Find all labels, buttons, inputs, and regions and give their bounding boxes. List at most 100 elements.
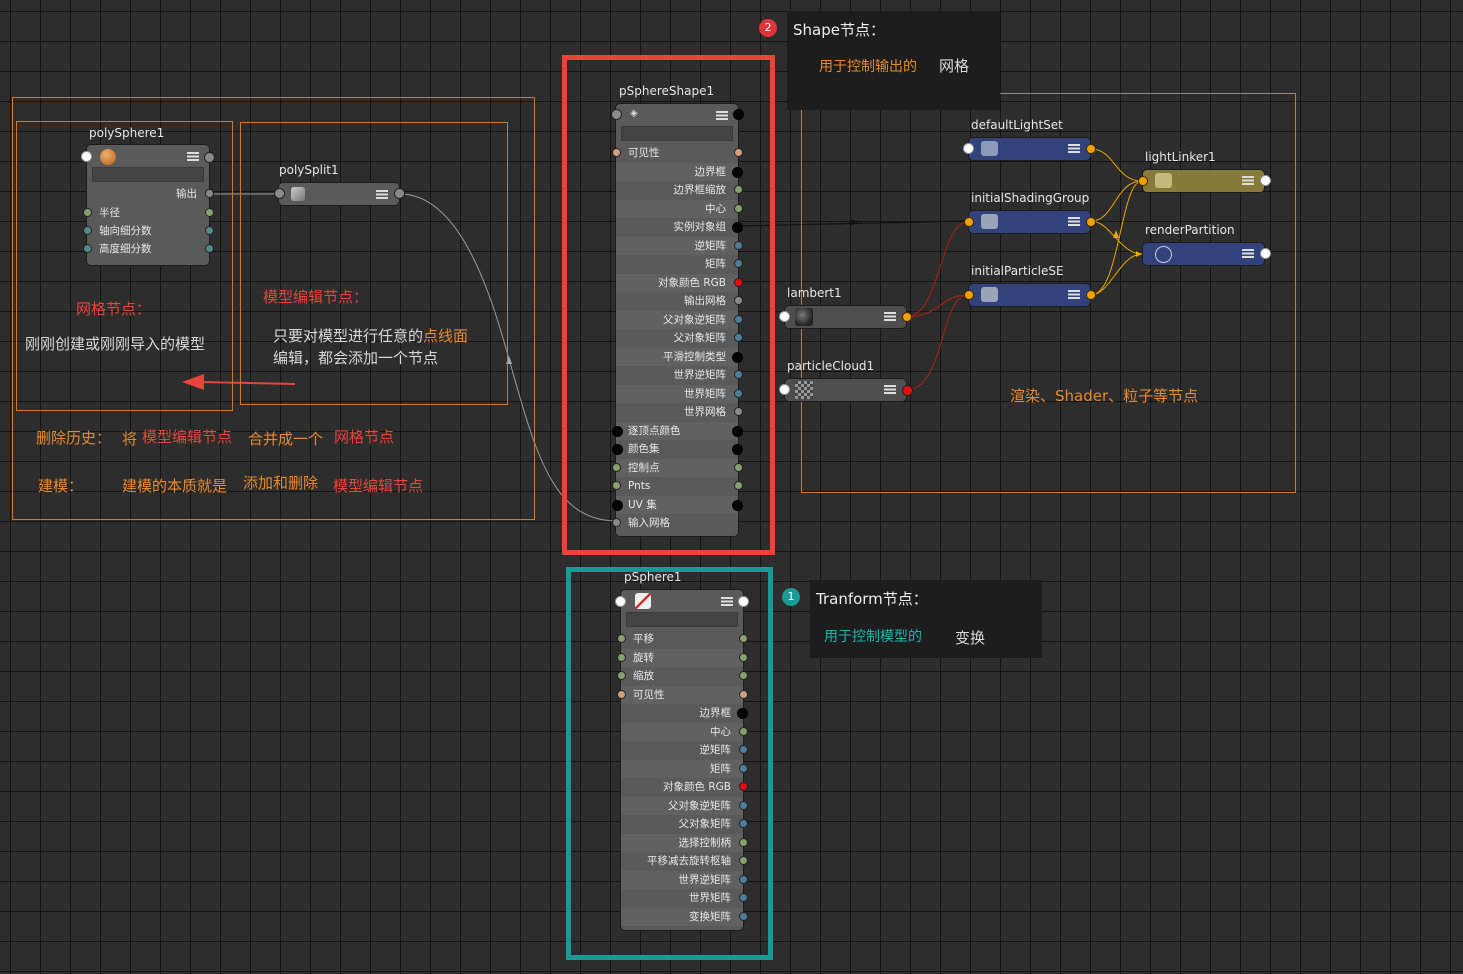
attr-out-port[interactable] (734, 277, 743, 287)
node-menu-icon[interactable] (1242, 249, 1254, 258)
polysphere-out-port[interactable] (204, 152, 215, 163)
attr-out-port[interactable] (734, 148, 743, 157)
attr-out-port[interactable] (734, 407, 743, 416)
transform-node[interactable]: 平移 旋转 缩放 可见性 边界框 中心 逆矩阵 矩阵 对象颜色 RGB 父对象逆矩阵 父对象矩阵 选择… (615, 589, 749, 931)
attr-out-port[interactable] (734, 185, 743, 194)
node-menu-icon[interactable] (884, 312, 896, 321)
attr-out-port[interactable] (734, 296, 743, 305)
node-name-field[interactable] (626, 612, 738, 627)
polysplit-node[interactable] (274, 182, 405, 206)
attr-out-port[interactable] (734, 240, 743, 250)
attr-out-port[interactable] (734, 333, 743, 342)
attr-out-port[interactable] (205, 226, 214, 235)
attr-out-port[interactable] (739, 763, 748, 773)
node-name-field[interactable] (621, 126, 733, 141)
initialshadinggroup-node[interactable] (964, 210, 1096, 234)
attr-out-port[interactable] (739, 837, 748, 847)
in-port[interactable] (779, 311, 790, 322)
in-port[interactable] (964, 290, 974, 300)
attr-in-port[interactable] (83, 226, 92, 235)
attr-out-port[interactable] (739, 911, 748, 921)
attr-in-port[interactable] (612, 444, 623, 455)
attr-out-port[interactable] (732, 499, 743, 511)
attr-in-port[interactable] (612, 148, 621, 157)
node-menu-icon[interactable] (376, 190, 388, 199)
attr-out-port[interactable] (739, 745, 748, 754)
attr-out-port[interactable] (739, 782, 748, 791)
attr-out-port[interactable] (205, 208, 214, 217)
attr-out-port[interactable] (732, 444, 743, 455)
attr-out-port[interactable] (732, 351, 743, 363)
attr-out-port[interactable] (734, 462, 743, 472)
in-port[interactable] (1138, 176, 1148, 186)
node-menu-icon[interactable] (1068, 144, 1080, 153)
out-port[interactable] (1086, 144, 1096, 154)
node-menu-icon[interactable] (884, 385, 896, 394)
polysplit-in-port[interactable] (274, 188, 285, 199)
out-port[interactable] (1086, 217, 1096, 227)
out-port[interactable] (1086, 290, 1096, 300)
in-port[interactable] (779, 384, 790, 395)
attr-out-port[interactable] (739, 893, 748, 902)
attr-out-port[interactable] (739, 726, 748, 736)
polysplit-out-port[interactable] (394, 188, 405, 199)
defaultlightset-node[interactable] (963, 137, 1096, 161)
attr-out-port[interactable] (739, 689, 748, 699)
attr-out-port[interactable] (737, 708, 748, 719)
attr-out-port[interactable] (734, 370, 743, 379)
polysphere-node[interactable]: 输出 半径 轴向细分数 高度细分数 (81, 144, 215, 266)
attr-out-port[interactable] (732, 166, 743, 178)
transform-out-port[interactable] (738, 596, 749, 607)
attr-in-port[interactable] (612, 425, 623, 437)
transform-in-port[interactable] (615, 596, 626, 607)
lambert-node[interactable] (779, 305, 912, 329)
shape-node[interactable]: ◈ 可见性 边界框 边界框缩放 中心 实例对象组 逆矩阵 矩阵 对象颜色 RGB 输出网格 父对象… (611, 103, 744, 537)
attr-out-port[interactable] (734, 388, 743, 398)
renderpartition-node[interactable] (1142, 242, 1271, 266)
attr-in-port[interactable] (612, 518, 621, 527)
attr-in-port[interactable] (617, 634, 626, 643)
attr-out-port[interactable] (734, 314, 743, 324)
attr-in-port[interactable] (617, 671, 626, 680)
shape-out-port[interactable] (733, 109, 744, 120)
in-port[interactable] (963, 143, 974, 154)
node-menu-icon[interactable] (1242, 176, 1254, 185)
attr-in-port[interactable] (612, 499, 623, 511)
particlecloud-node[interactable] (779, 378, 913, 402)
attr-out-port[interactable] (734, 259, 743, 268)
out-port[interactable] (902, 385, 913, 396)
in-port[interactable] (964, 217, 974, 227)
attr-out-port[interactable] (739, 800, 748, 810)
attr-out-port[interactable] (205, 244, 214, 253)
output-port[interactable] (205, 189, 214, 198)
out-port[interactable] (902, 312, 912, 322)
attr-out-port[interactable] (739, 874, 748, 884)
attr-out-port[interactable] (739, 819, 748, 828)
node-menu-icon[interactable] (1068, 290, 1080, 299)
attr-in-port[interactable] (617, 652, 626, 662)
attr-out-port[interactable] (734, 203, 743, 213)
polysphere-in-port[interactable] (81, 151, 92, 162)
node-name-field[interactable] (92, 167, 204, 182)
node-menu-icon[interactable] (721, 597, 733, 606)
attr-out-port[interactable] (739, 856, 748, 865)
attr-in-port[interactable] (612, 481, 621, 490)
node-menu-icon[interactable] (716, 111, 728, 120)
initialparticlese-node[interactable] (964, 283, 1096, 307)
attr-out-port[interactable] (732, 222, 743, 233)
attr-in-port[interactable] (617, 689, 626, 699)
attr-out-port[interactable] (734, 481, 743, 490)
shape-in-port[interactable] (611, 109, 622, 120)
out-port[interactable] (1260, 248, 1271, 259)
attr-in-port[interactable] (83, 244, 92, 253)
attr-out-port[interactable] (739, 634, 748, 643)
lightlinker-node[interactable] (1138, 169, 1271, 193)
attr-out-port[interactable] (739, 652, 748, 662)
attr-out-port[interactable] (739, 671, 748, 680)
attr-in-port[interactable] (612, 462, 621, 472)
node-menu-icon[interactable] (1068, 217, 1080, 226)
attr-out-port[interactable] (732, 425, 743, 437)
node-menu-icon[interactable] (187, 152, 199, 161)
attr-in-port[interactable] (83, 208, 92, 217)
out-port[interactable] (1260, 175, 1271, 186)
